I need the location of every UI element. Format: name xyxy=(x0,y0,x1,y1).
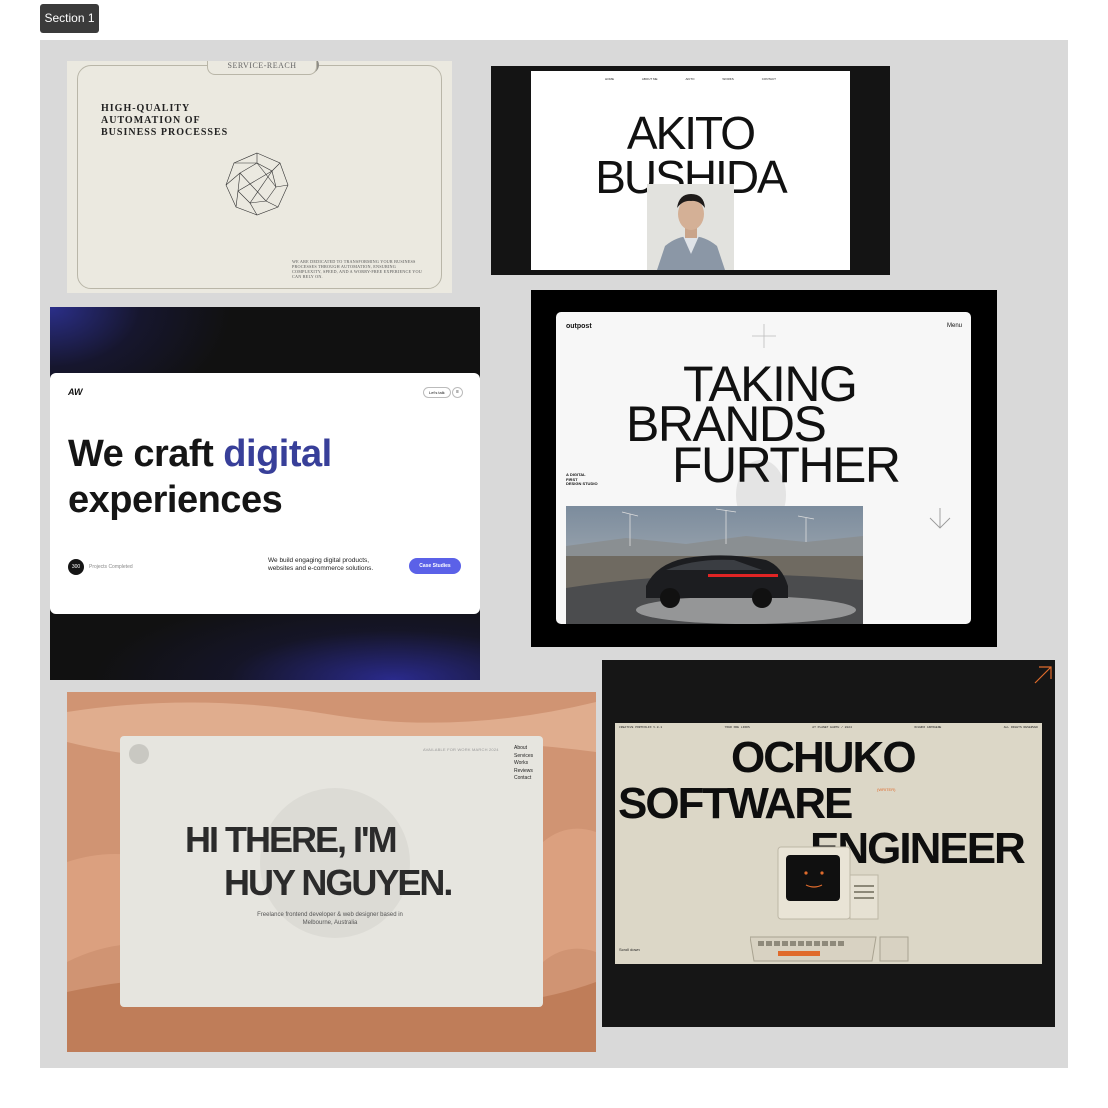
description: We build engaging digital products, webs… xyxy=(268,557,374,572)
nav-item: Services xyxy=(514,752,534,759)
crosshair-icon xyxy=(752,324,776,348)
heading-line-1: HI THERE, I'M xyxy=(185,819,398,860)
scroll-down-label: Scroll down xyxy=(619,947,640,952)
nav-item: Contact xyxy=(514,775,532,781)
logo-orb xyxy=(129,744,149,764)
case-studies-button: Case Studies xyxy=(409,558,461,574)
title-line-2: SOFTWARE xyxy=(618,779,853,828)
hero-text: We craft xyxy=(68,433,224,475)
role-tag: (WRITER) xyxy=(877,787,896,792)
nav-item: Works xyxy=(514,760,529,766)
thumbnail-ochuko[interactable]: CREATIVE PORTFOLIO V.0.1 YOUR ONE LINKS … xyxy=(602,660,1055,1027)
topbar-item: OCHUKO AKPOGENE xyxy=(914,726,942,729)
title-line-1: AKITO xyxy=(626,107,756,159)
polyhedron-illustration xyxy=(225,152,289,216)
brand-label: SERVICE-REACH xyxy=(207,61,317,75)
availability-label: AVAILABLE FOR WORK MARCH 2024 xyxy=(423,747,499,752)
page-preview: outpost Menu TAKING BRANDS FURTHER A DIG… xyxy=(556,312,971,624)
nav-menu: About Services Works Reviews Contact xyxy=(514,745,533,783)
heading-line-2: HUY NGUYEN. xyxy=(224,862,453,903)
logo: AW xyxy=(68,387,83,397)
section-canvas: SERVICE-REACH HIGH-QUALITY AUTOMATION OF… xyxy=(40,40,1068,1068)
thumbnail-aw-agency[interactable]: AW Let's talk ≡ We craft digital experie… xyxy=(50,307,480,680)
nav-item: ABOUT ME xyxy=(641,77,658,81)
subtitle: Freelance frontend developer & web desig… xyxy=(257,912,403,926)
topbar-item: ALL RIGHTS RESERVED xyxy=(1003,726,1038,729)
thumbnail-akito-bushida[interactable]: HOME ABOUT ME AKITO WORKS CONTACT AKITO … xyxy=(491,66,890,275)
body-text: WE ARE DEDICATED TO TRANSFORMING YOUR BU… xyxy=(292,259,422,279)
menu-link: Menu xyxy=(946,323,962,329)
arrow-down-icon xyxy=(929,508,951,529)
topbar-item: YOUR ONE LINKS xyxy=(724,726,750,729)
page-preview: AW Let's talk ≡ We craft digital experie… xyxy=(50,373,480,614)
thumbnail-outpost[interactable]: outpost Menu TAKING BRANDS FURTHER A DIG… xyxy=(531,290,997,647)
top-nav: HOME ABOUT ME AKITO WORKS CONTACT xyxy=(531,77,850,81)
topbar-item: CREATIVE PORTFOLIO V.0.1 xyxy=(619,726,663,729)
thumbnail-service-reach[interactable]: SERVICE-REACH HIGH-QUALITY AUTOMATION OF… xyxy=(67,61,452,293)
page-preview: CREATIVE PORTFOLIO V.0.1 YOUR ONE LINKS … xyxy=(615,723,1042,964)
hero-text-line-2: experiences xyxy=(68,479,283,521)
thumbnail-huy-nguyen[interactable]: AVAILABLE FOR WORK MARCH 2024 About Serv… xyxy=(67,692,596,1052)
page-preview: AVAILABLE FOR WORK MARCH 2024 About Serv… xyxy=(120,736,543,1007)
nav-item: HOME xyxy=(604,77,614,81)
hero-heading: We craft digital experiences xyxy=(68,431,332,523)
logo: outpost xyxy=(566,323,592,330)
tagline: A DIGITAL FIRST DESIGN STUDIO xyxy=(566,472,598,486)
stat-badge: 300 xyxy=(68,559,84,575)
title-line-1: OCHUKO xyxy=(731,733,917,782)
menu-icon: ≡ xyxy=(452,387,463,398)
nav-item: CONTACT xyxy=(761,77,776,81)
headline: HIGH-QUALITY AUTOMATION OF BUSINESS PROC… xyxy=(101,103,229,138)
page-preview: HOME ABOUT ME AKITO WORKS CONTACT AKITO … xyxy=(531,71,850,270)
hero-accent: digital xyxy=(223,433,332,475)
title-line-3: FURTHER xyxy=(672,437,901,493)
section-label[interactable]: Section 1 xyxy=(40,4,99,33)
top-bar: CREATIVE PORTFOLIO V.0.1 YOUR ONE LINKS … xyxy=(619,726,1038,729)
arrow-up-right-icon xyxy=(1034,666,1052,684)
nav-item: WORKS xyxy=(722,77,734,81)
nav-item: Reviews xyxy=(514,767,533,774)
stat-label: Projects Completed xyxy=(89,564,133,570)
lets-talk-button: Let's talk xyxy=(423,387,451,398)
portrait-photo xyxy=(647,184,734,270)
car-photo xyxy=(566,506,863,624)
nav-item: About xyxy=(514,745,528,751)
nav-item: AKITO xyxy=(685,77,695,81)
topbar-item: AT PLANET EARTH / 2024 xyxy=(812,726,852,729)
retro-computer-illustration xyxy=(750,846,909,962)
